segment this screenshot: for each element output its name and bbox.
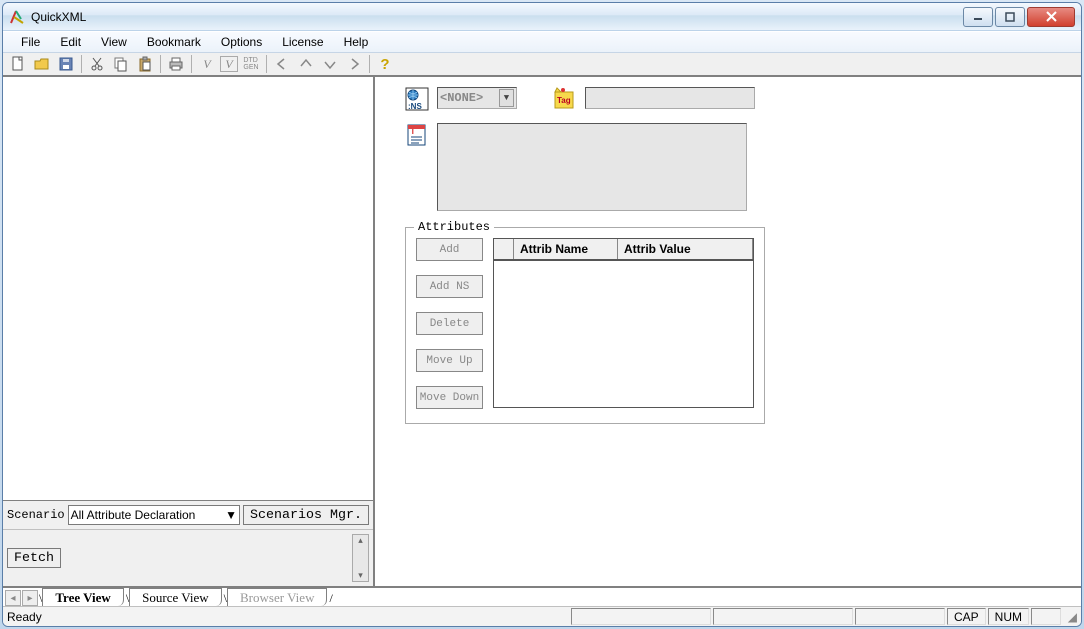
dtdgen-icon[interactable]: DTDGEN bbox=[240, 54, 262, 74]
status-cell-6 bbox=[1031, 608, 1061, 625]
tab-scroll-right[interactable]: ▸ bbox=[22, 590, 38, 606]
document-tabbar: ◂ ▸ \ Tree View \ Source View \ Browser … bbox=[3, 587, 1081, 606]
attributes-table[interactable]: Attrib Name Attrib Value bbox=[493, 238, 754, 408]
status-cell-2 bbox=[713, 608, 853, 625]
move-down-button[interactable]: Move Down bbox=[416, 386, 483, 409]
paste-icon[interactable] bbox=[134, 54, 156, 74]
maximize-button[interactable] bbox=[995, 7, 1025, 27]
column-blank[interactable] bbox=[494, 239, 514, 259]
status-cell-1 bbox=[571, 608, 711, 625]
svg-text:Tag: Tag bbox=[557, 96, 571, 105]
close-button[interactable] bbox=[1027, 7, 1075, 27]
tab-browser-view[interactable]: Browser View bbox=[227, 588, 327, 606]
namespace-value: <NONE> bbox=[440, 91, 483, 105]
tag-icon: Tag bbox=[553, 87, 577, 111]
titlebar: QuickXML bbox=[3, 3, 1081, 31]
scrollbar-stub[interactable]: ▴▾ bbox=[352, 534, 369, 582]
tree-view-area[interactable] bbox=[3, 77, 373, 500]
fetch-button[interactable]: Fetch bbox=[7, 548, 61, 568]
text-doc-icon: T bbox=[405, 123, 429, 147]
table-header: Attrib Name Attrib Value bbox=[494, 239, 753, 261]
scenario-select[interactable]: All Attribute Declaration ▼ bbox=[68, 505, 240, 525]
fetch-row: Fetch ▴▾ bbox=[3, 529, 373, 586]
toolbar-separator bbox=[160, 55, 161, 73]
tab-scroll-left[interactable]: ◂ bbox=[5, 590, 21, 606]
nav-down-icon[interactable] bbox=[319, 54, 341, 74]
text-content-area[interactable] bbox=[437, 123, 747, 211]
print-icon[interactable] bbox=[165, 54, 187, 74]
toolbar: V V DTDGEN ? bbox=[3, 53, 1081, 77]
menu-help[interactable]: Help bbox=[334, 32, 379, 52]
nav-up-icon[interactable] bbox=[295, 54, 317, 74]
status-num: NUM bbox=[988, 608, 1029, 625]
app-icon bbox=[9, 9, 25, 25]
cut-icon[interactable] bbox=[86, 54, 108, 74]
toolbar-separator bbox=[81, 55, 82, 73]
scenario-label: Scenario bbox=[7, 508, 65, 522]
attributes-legend: Attributes bbox=[414, 220, 494, 234]
add-attribute-button[interactable]: Add bbox=[416, 238, 483, 261]
content-area: Scenario All Attribute Declaration ▼ Sce… bbox=[3, 77, 1081, 587]
new-icon[interactable] bbox=[7, 54, 29, 74]
resize-grip-icon[interactable]: ◢ bbox=[1061, 610, 1077, 624]
add-ns-button[interactable]: Add NS bbox=[416, 275, 483, 298]
scenario-selected: All Attribute Declaration bbox=[71, 508, 196, 522]
nav-right-icon[interactable] bbox=[343, 54, 365, 74]
status-cell-3 bbox=[855, 608, 945, 625]
toolbar-separator bbox=[266, 55, 267, 73]
status-cap: CAP bbox=[947, 608, 986, 625]
menubar: File Edit View Bookmark Options License … bbox=[3, 31, 1081, 53]
chevron-down-icon: ▼ bbox=[225, 508, 237, 522]
copy-icon[interactable] bbox=[110, 54, 132, 74]
app-title: QuickXML bbox=[31, 10, 963, 24]
column-attrib-name[interactable]: Attrib Name bbox=[514, 239, 618, 259]
toolbar-separator bbox=[369, 55, 370, 73]
scenario-bar: Scenario All Attribute Declaration ▼ Sce… bbox=[3, 500, 373, 529]
toolbar-separator bbox=[191, 55, 192, 73]
save-icon[interactable] bbox=[55, 54, 77, 74]
menu-options[interactable]: Options bbox=[211, 32, 272, 52]
chevron-down-icon: ▼ bbox=[499, 89, 514, 107]
right-pane: :NS <NONE> ▼ Tag T Attributes bbox=[375, 77, 1081, 586]
namespace-icon: :NS bbox=[405, 87, 429, 111]
menu-license[interactable]: License bbox=[272, 32, 333, 52]
validate-icon[interactable]: V bbox=[196, 54, 218, 74]
menu-bookmark[interactable]: Bookmark bbox=[137, 32, 211, 52]
delete-attribute-button[interactable]: Delete bbox=[416, 312, 483, 335]
menu-view[interactable]: View bbox=[91, 32, 137, 52]
attributes-fieldset: Attributes Add Add NS Delete Move Up Mov… bbox=[405, 227, 765, 424]
svg-text::NS: :NS bbox=[408, 102, 422, 111]
scenarios-mgr-button[interactable]: Scenarios Mgr. bbox=[243, 505, 369, 525]
table-body[interactable] bbox=[494, 261, 753, 407]
help-icon[interactable]: ? bbox=[374, 54, 396, 74]
app-window: QuickXML File Edit View Bookmark Options… bbox=[2, 2, 1082, 627]
left-pane: Scenario All Attribute Declaration ▼ Sce… bbox=[3, 77, 375, 586]
svg-text:T: T bbox=[410, 126, 416, 136]
status-ready: Ready bbox=[7, 610, 569, 624]
nav-left-icon[interactable] bbox=[271, 54, 293, 74]
menu-file[interactable]: File bbox=[11, 32, 50, 52]
namespace-select[interactable]: <NONE> ▼ bbox=[437, 87, 517, 109]
move-up-button[interactable]: Move Up bbox=[416, 349, 483, 372]
statusbar: Ready CAP NUM ◢ bbox=[3, 606, 1081, 626]
minimize-button[interactable] bbox=[963, 7, 993, 27]
column-attrib-value[interactable]: Attrib Value bbox=[618, 239, 753, 259]
tag-input[interactable] bbox=[585, 87, 755, 109]
tab-tree-view[interactable]: Tree View bbox=[42, 588, 123, 606]
tab-source-view[interactable]: Source View bbox=[129, 588, 222, 606]
wellformed-icon[interactable]: V bbox=[220, 56, 238, 72]
menu-edit[interactable]: Edit bbox=[50, 32, 91, 52]
open-icon[interactable] bbox=[31, 54, 53, 74]
